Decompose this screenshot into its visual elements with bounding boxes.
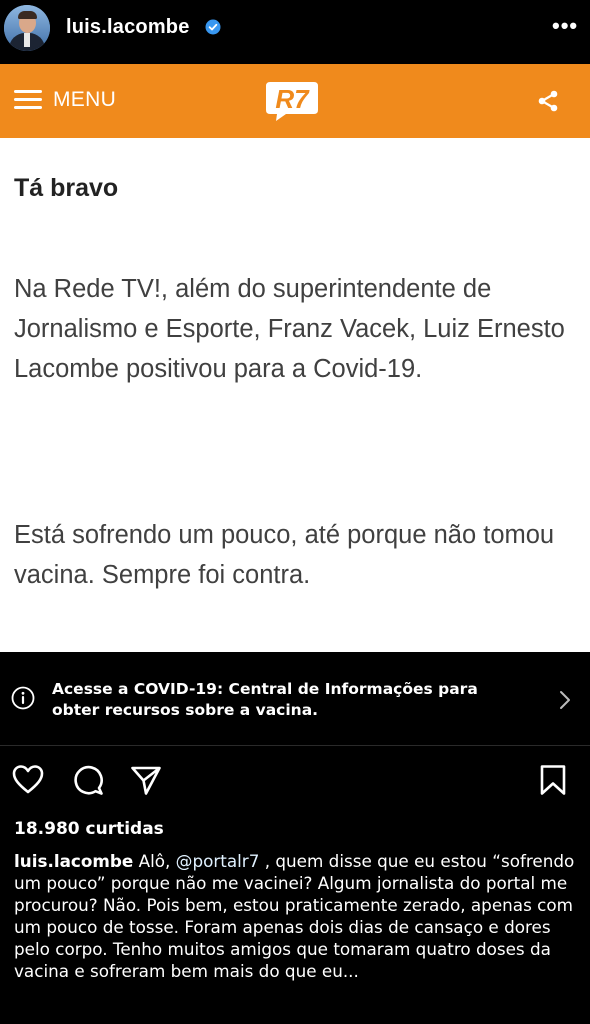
article-heading: Tá bravo [14, 174, 119, 202]
info-icon [11, 686, 35, 710]
menu-icon[interactable] [14, 90, 42, 110]
r7-logo[interactable]: R7 [264, 80, 320, 122]
share-icon[interactable] [536, 89, 560, 113]
caption-intro: Alô, [133, 851, 176, 871]
username[interactable]: luis.lacombe [66, 16, 190, 39]
bookmark-icon[interactable] [537, 764, 569, 796]
covid-info-banner[interactable]: Acesse a COVID-19: Central de Informaçõe… [0, 652, 590, 746]
article-card: Tá bravo Na Rede TV!, além do superinten… [0, 138, 590, 652]
caption-username[interactable]: luis.lacombe [14, 851, 133, 871]
likes-count[interactable]: 18.980 curtidas [14, 819, 164, 839]
menu-button[interactable]: MENU [53, 88, 116, 112]
article-paragraph: Está sofrendo um pouco, até porque não t… [14, 521, 555, 589]
svg-text:R7: R7 [275, 84, 310, 114]
send-icon[interactable] [130, 764, 162, 796]
post-caption: luis.lacombe Alô, @portalr7 , quem disse… [14, 850, 580, 982]
more-icon[interactable]: ••• [552, 13, 578, 39]
comment-icon[interactable] [72, 764, 104, 796]
article-paragraph: Na Rede TV!, além do superintendente de … [14, 275, 565, 383]
divider [0, 745, 590, 746]
chevron-right-icon[interactable] [558, 689, 572, 711]
caption-mention[interactable]: @portalr7 [176, 851, 260, 871]
covid-banner-text: Acesse a COVID-19: Central de Informaçõe… [52, 680, 478, 719]
heart-icon[interactable] [12, 764, 44, 796]
r7-navbar: MENU R7 [0, 64, 590, 138]
verified-icon [205, 19, 221, 35]
avatar[interactable] [4, 5, 50, 51]
post-header: luis.lacombe ••• [0, 0, 590, 64]
